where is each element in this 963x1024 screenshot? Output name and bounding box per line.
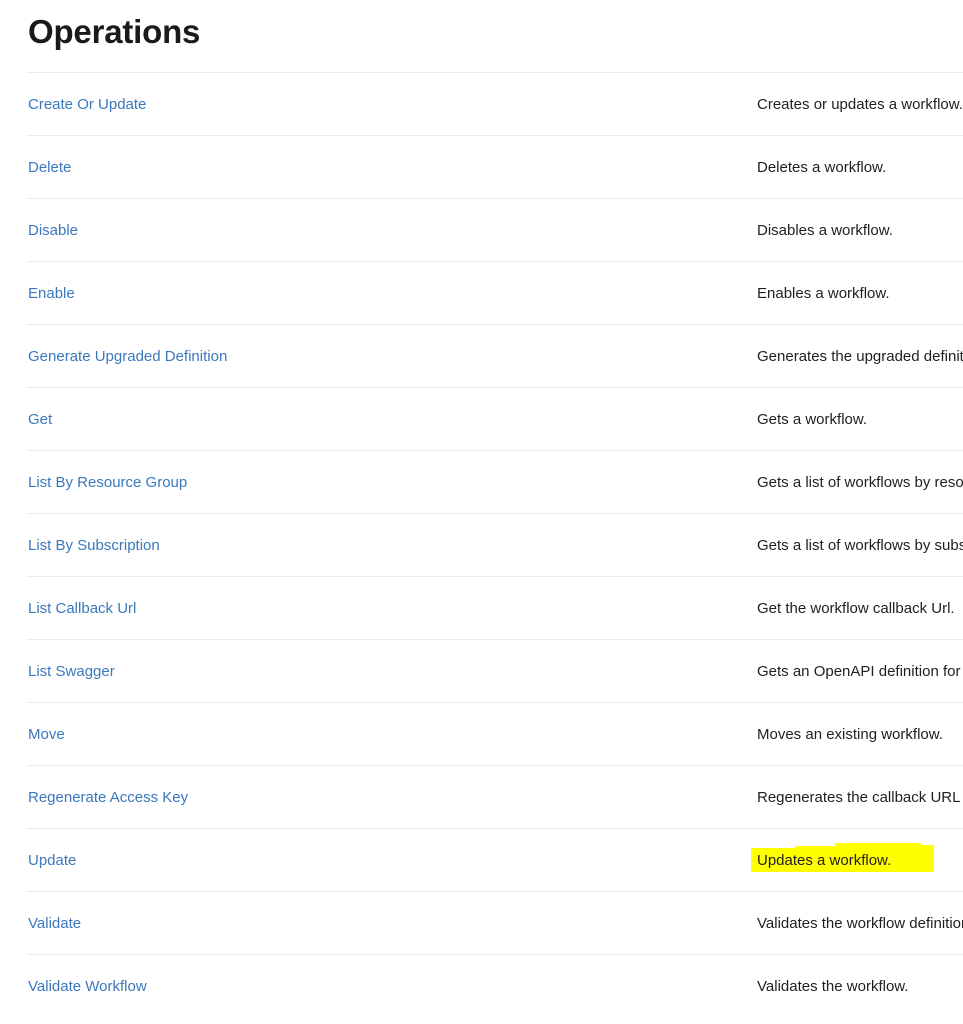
operation-description-cell: Gets a workflow. <box>392 387 963 451</box>
table-row: Move Moves an existing workflow. <box>27 702 963 766</box>
operation-description: Gets a list of workflows by resource gro… <box>757 473 963 491</box>
table-row: Create Or Update Creates or updates a wor… <box>27 72 963 136</box>
table-row: Disable Disables a workflow. <box>27 198 963 262</box>
operation-name-cell: Enable <box>27 261 392 325</box>
highlight-segment <box>919 844 934 852</box>
table-row: Update Updates a workflow. <box>27 828 963 892</box>
operation-name-cell: Regenerate Access Key <box>27 765 392 829</box>
table-row: List Swagger Gets an OpenAPI definition f… <box>27 639 963 703</box>
operation-link[interactable]: Generate Upgraded Definition <box>28 348 227 365</box>
operation-description-cell: Gets a list of workflows by resource gro… <box>392 450 963 514</box>
operation-name-cell: Delete <box>27 135 392 199</box>
highlight-segment <box>795 845 839 852</box>
operation-link[interactable]: Enable <box>28 285 75 302</box>
operation-name-cell: Validate Workflow <box>27 954 392 1018</box>
operation-description: Get the workflow callback Url. <box>757 599 955 617</box>
operation-link[interactable]: Delete <box>28 159 71 176</box>
operations-page: Operations Create Or Update Creates or up… <box>0 0 963 1024</box>
highlight-segment <box>835 842 921 851</box>
operations-table: Create Or Update Creates or updates a wor… <box>27 72 963 1018</box>
page-title: Operations <box>28 13 201 50</box>
operation-description-highlighted: Updates a workflow. <box>751 842 934 872</box>
table-row: Validate Validates the workflow definitio… <box>27 891 963 955</box>
table-row: Enable Enables a workflow. <box>27 261 963 325</box>
operation-description-cell: Get the workflow callback Url. <box>392 576 963 640</box>
operation-description-cell: Validates the workflow definition. <box>392 891 963 955</box>
operation-description: Regenerates the callback URL access key … <box>757 788 963 806</box>
operation-description: Gets a workflow. <box>757 410 868 428</box>
table-row: Generate Upgraded Definition Generates th… <box>27 324 963 388</box>
operation-name-cell: Create Or Update <box>27 72 392 136</box>
operation-name-cell: List Swagger <box>27 639 392 703</box>
operation-description-cell: Gets an OpenAPI definition for the workf… <box>392 639 963 703</box>
operation-description-cell: Disables a workflow. <box>392 198 963 262</box>
table-row: Regenerate Access Key Regenerates the cal… <box>27 765 963 829</box>
operation-name-cell: Generate Upgraded Definition <box>27 324 392 388</box>
operation-description: Moves an existing workflow. <box>757 725 943 743</box>
table-row: Delete Deletes a workflow. <box>27 135 963 199</box>
operation-description: Creates or updates a workflow. <box>757 95 963 113</box>
operation-description: Generates the upgraded definition for a … <box>757 347 963 365</box>
operations-table-body: Create Or Update Creates or updates a wor… <box>27 72 963 1018</box>
operation-link[interactable]: List By Subscription <box>28 537 160 554</box>
operation-link[interactable]: Validate <box>28 915 81 932</box>
operation-description-cell: Gets a list of workflows by subscription… <box>392 513 963 577</box>
operation-description-cell: Regenerates the callback URL access key … <box>392 765 963 829</box>
operation-description: Disables a workflow. <box>757 221 893 239</box>
operation-name-cell: Update <box>27 828 392 892</box>
operation-description-cell: Moves an existing workflow. <box>392 702 963 766</box>
operation-link[interactable]: Update <box>28 852 76 869</box>
operation-description: Deletes a workflow. <box>757 158 887 176</box>
operation-name-cell: Disable <box>27 198 392 262</box>
operation-name-cell: List By Subscription <box>27 513 392 577</box>
table-row: Validate Workflow Validates the workflow. <box>27 954 963 1018</box>
operation-name-cell: Move <box>27 702 392 766</box>
operation-name-cell: List By Resource Group <box>27 450 392 514</box>
table-row: List By Resource Group Gets a list of wor… <box>27 450 963 514</box>
operation-description: Validates the workflow definition. <box>757 914 963 932</box>
table-row: List Callback Url Get the workflow callba… <box>27 576 963 640</box>
operation-name-cell: Validate <box>27 891 392 955</box>
operation-description-cell: Enables a workflow. <box>392 261 963 325</box>
operation-link[interactable]: List Swagger <box>28 663 115 680</box>
operation-description-cell: Creates or updates a workflow. <box>392 72 963 136</box>
operation-description-cell: Deletes a workflow. <box>392 135 963 199</box>
operation-link[interactable]: List By Resource Group <box>28 474 187 491</box>
operation-name-cell: List Callback Url <box>27 576 392 640</box>
operation-link[interactable]: Create Or Update <box>28 96 146 113</box>
operation-description: Validates the workflow. <box>757 977 909 995</box>
operation-description: Gets an OpenAPI definition for the workf… <box>757 662 963 680</box>
operation-link[interactable]: List Callback Url <box>28 600 136 617</box>
table-row: Get Gets a workflow. <box>27 387 963 451</box>
yellow-highlight-marker <box>751 842 934 872</box>
highlight-segment <box>751 847 934 872</box>
operation-description: Enables a workflow. <box>757 284 890 302</box>
operation-link[interactable]: Regenerate Access Key <box>28 789 188 806</box>
operation-link[interactable]: Get <box>28 411 52 428</box>
operation-link[interactable]: Disable <box>28 222 78 239</box>
operation-link[interactable]: Validate Workflow <box>28 978 147 995</box>
table-row: List By Subscription Gets a list of workf… <box>27 513 963 577</box>
operation-name-cell: Get <box>27 387 392 451</box>
operation-link[interactable]: Move <box>28 726 65 743</box>
operation-description-cell: Updates a workflow. <box>392 828 963 892</box>
operation-description-cell: Generates the upgraded definition for a … <box>392 324 963 388</box>
operation-description: Gets a list of workflows by subscription… <box>757 536 963 554</box>
operation-description-cell: Validates the workflow. <box>392 954 963 1018</box>
